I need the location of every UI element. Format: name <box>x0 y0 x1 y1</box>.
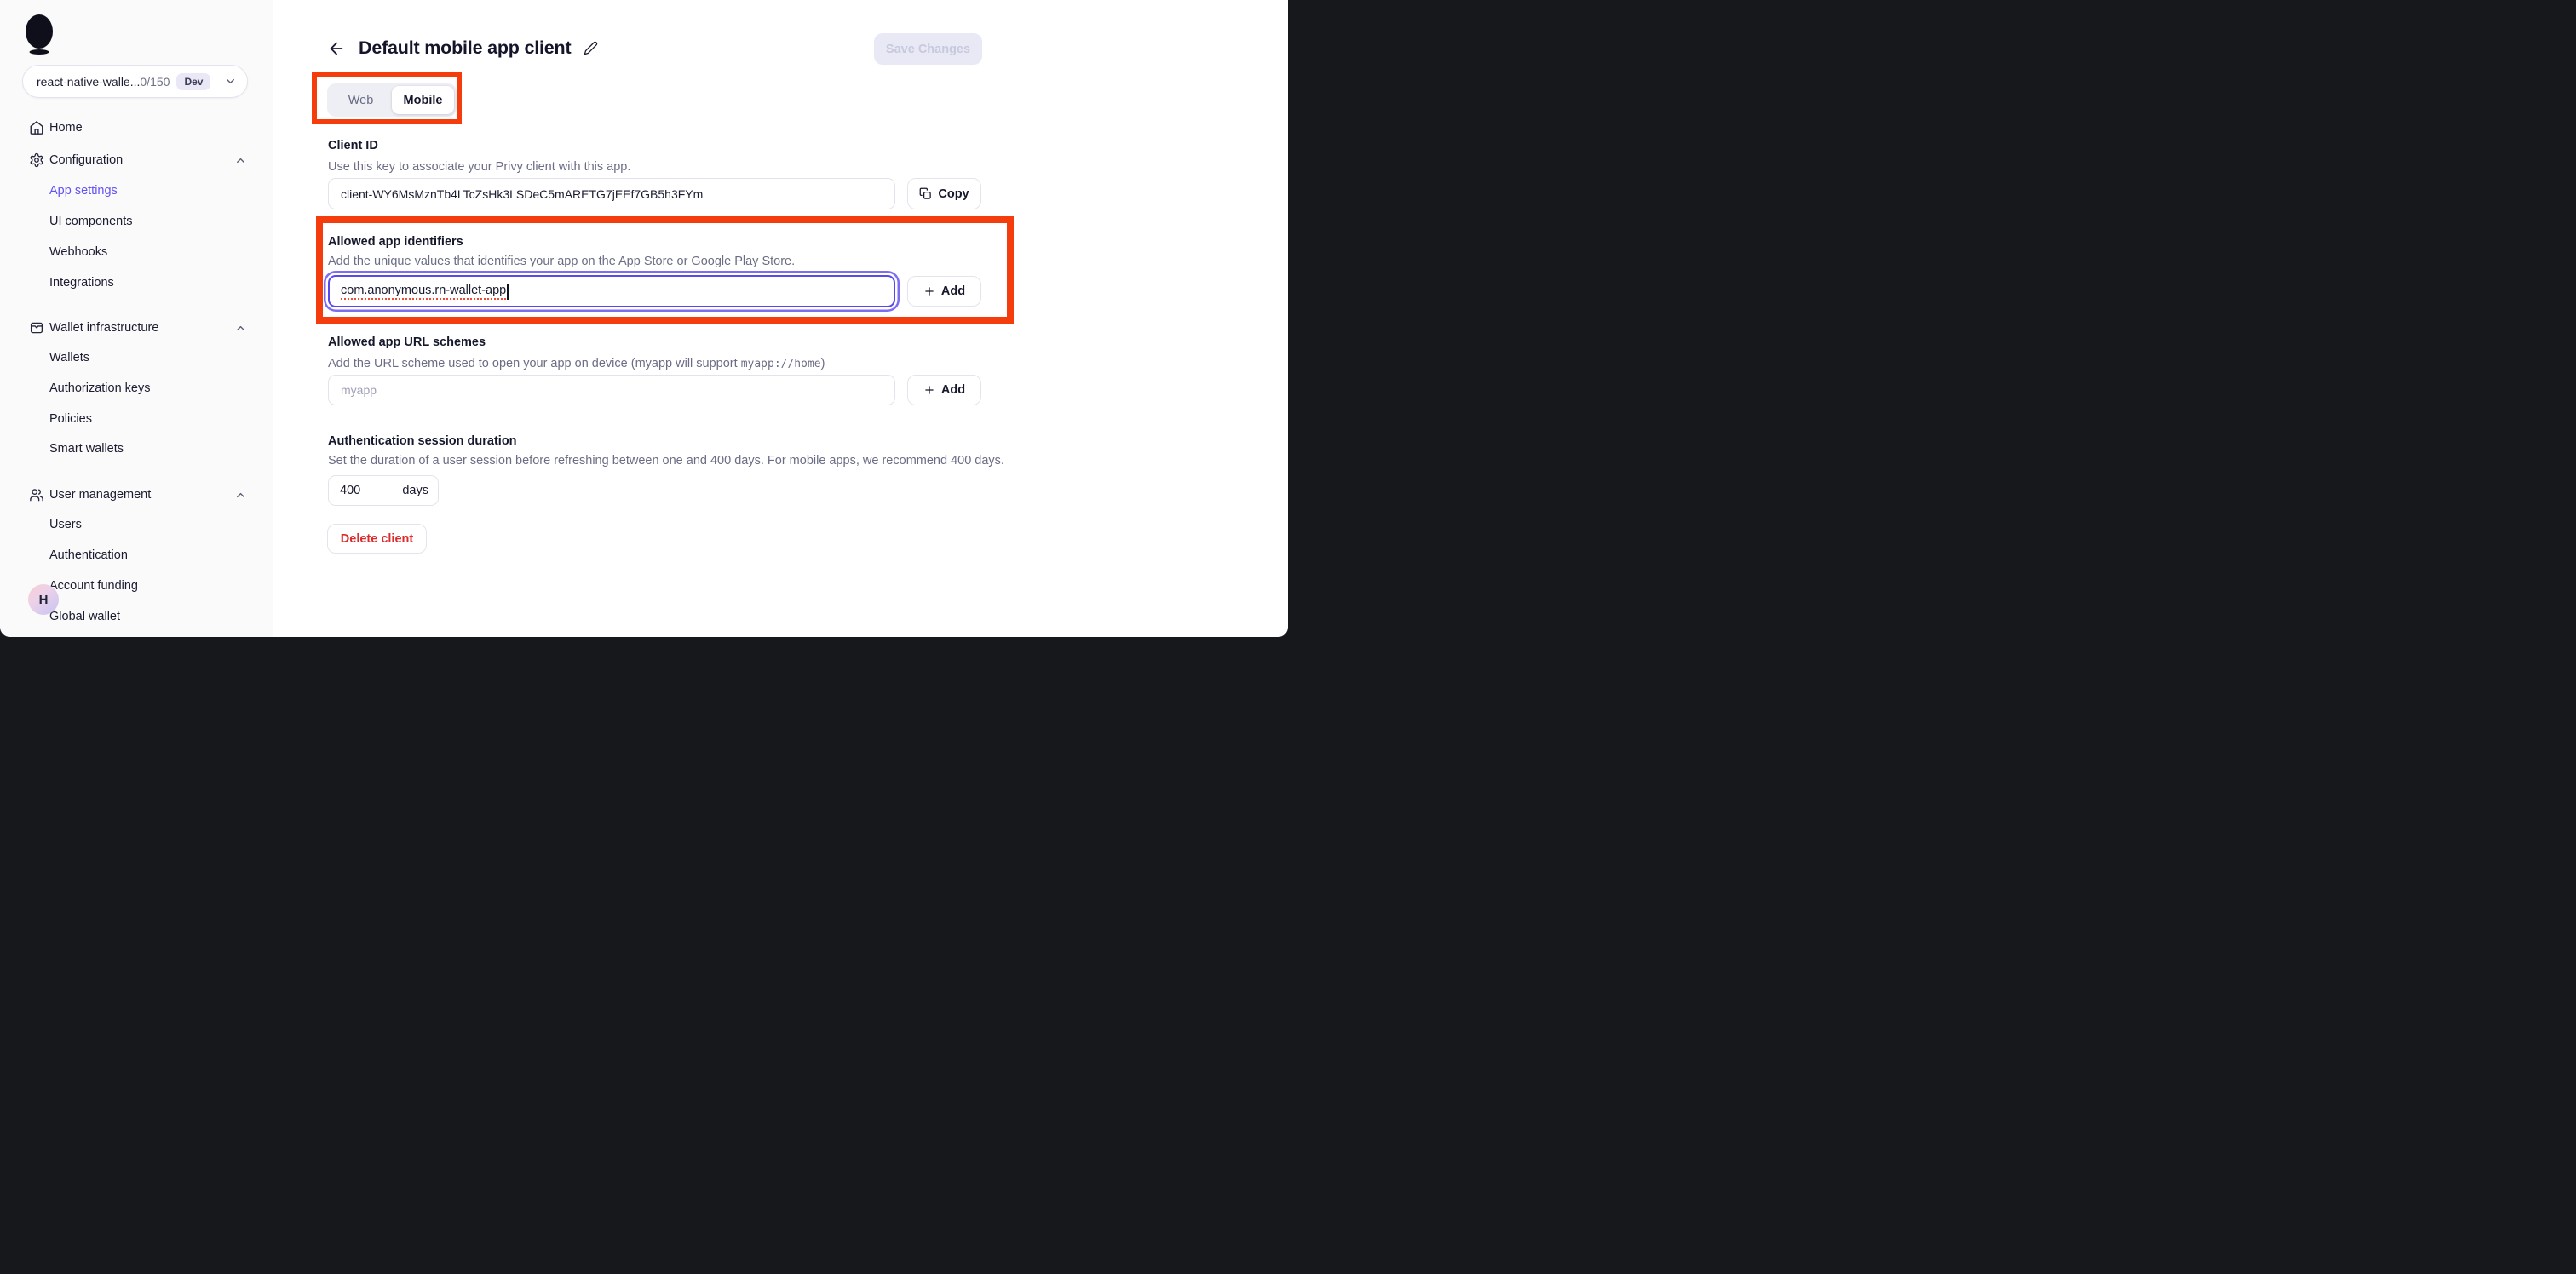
platform-toggle: Web Mobile <box>327 83 457 117</box>
sidebar-item-label: Authorization keys <box>49 382 150 395</box>
sidebar-item-label: Configuration <box>49 153 123 167</box>
app-selector[interactable]: react-native-walle... 0/150 Dev <box>22 65 248 98</box>
privy-logo-icon <box>25 14 55 55</box>
sidebar-item-label: Home <box>49 121 83 135</box>
sidebar: react-native-walle... 0/150 Dev Home Con… <box>0 0 273 637</box>
url-schemes-label: Allowed app URL schemes <box>328 336 486 349</box>
sidebar-item-policies[interactable]: Policies <box>0 406 273 432</box>
save-changes-button[interactable]: Save Changes <box>874 33 982 65</box>
add-button-label: Add <box>941 383 965 397</box>
app-identifier-input[interactable]: com.anonymous.rn-wallet-app <box>328 275 895 307</box>
add-url-scheme-button[interactable]: Add <box>907 375 981 405</box>
privy-dashboard-window: react-native-walle... 0/150 Dev Home Con… <box>0 0 1288 637</box>
sidebar-item-label: Webhooks <box>49 245 107 259</box>
sidebar-item-label: UI components <box>49 215 133 228</box>
annotation-box-app-identifiers <box>316 216 1014 324</box>
client-id-label: Client ID <box>328 139 378 152</box>
sidebar-item-smart-wallets[interactable]: Smart wallets <box>0 436 273 462</box>
chevron-up-icon[interactable] <box>234 489 247 502</box>
app-usage-count: 0/150 <box>140 75 170 89</box>
copy-button[interactable]: Copy <box>907 178 981 209</box>
delete-client-button[interactable]: Delete client <box>327 524 427 554</box>
sidebar-item-integrations[interactable]: Integrations <box>0 270 273 296</box>
tab-mobile[interactable]: Mobile <box>392 86 454 114</box>
sidebar-item-wallets[interactable]: Wallets <box>0 345 273 370</box>
back-arrow-icon[interactable] <box>327 39 346 58</box>
app-identifier-value: com.anonymous.rn-wallet-app <box>341 284 506 300</box>
sidebar-item-home[interactable]: Home <box>0 115 273 141</box>
sidebar-item-label: Wallet infrastructure <box>49 321 158 335</box>
sidebar-item-label: Users <box>49 518 82 531</box>
session-duration-label: Authentication session duration <box>328 434 517 448</box>
sidebar-item-label: Global wallet <box>49 610 120 623</box>
chevron-down-icon <box>224 75 237 88</box>
sidebar-item-user-management[interactable]: User management <box>0 482 273 508</box>
sidebar-item-users[interactable]: Users <box>0 512 273 537</box>
user-avatar[interactable]: H <box>28 584 59 615</box>
copy-icon <box>919 187 932 200</box>
sidebar-item-label: User management <box>49 488 151 502</box>
url-scheme-code: myapp://home <box>741 358 821 370</box>
sidebar-item-label: Account funding <box>49 579 138 593</box>
url-scheme-input[interactable] <box>328 375 895 405</box>
app-identifiers-description: Add the unique values that identifies yo… <box>328 255 795 268</box>
sidebar-item-webhooks[interactable]: Webhooks <box>0 239 273 265</box>
sidebar-item-configuration[interactable]: Configuration <box>0 147 273 173</box>
env-badge: Dev <box>176 73 210 90</box>
app-selector-name: react-native-walle... <box>37 75 140 89</box>
session-duration-input[interactable]: 400 days <box>328 475 439 506</box>
sidebar-item-label: App settings <box>49 184 118 198</box>
page-title: Default mobile app client <box>359 37 571 59</box>
copy-button-label: Copy <box>938 187 969 201</box>
users-icon <box>29 487 44 502</box>
sidebar-item-authentication[interactable]: Authentication <box>0 542 273 568</box>
text-cursor <box>507 284 509 300</box>
sidebar-item-wallet-infrastructure[interactable]: Wallet infrastructure <box>0 315 273 341</box>
home-icon <box>29 120 44 135</box>
chevron-up-icon[interactable] <box>234 322 247 335</box>
sidebar-item-ui-components[interactable]: UI components <box>0 209 273 234</box>
add-identifier-button[interactable]: Add <box>907 276 981 307</box>
sidebar-item-label: Authentication <box>49 548 128 562</box>
plus-icon <box>923 384 935 396</box>
session-duration-description: Set the duration of a user session befor… <box>328 454 1004 468</box>
tab-web[interactable]: Web <box>330 86 392 114</box>
sidebar-item-label: Wallets <box>49 351 89 364</box>
client-id-input[interactable] <box>328 178 895 209</box>
session-duration-unit: days <box>402 484 428 497</box>
wallet-icon <box>29 320 44 336</box>
plus-icon <box>923 285 935 297</box>
edit-pencil-icon[interactable] <box>584 41 598 55</box>
sidebar-item-app-settings[interactable]: App settings <box>0 178 273 204</box>
url-schemes-description: Add the URL scheme used to open your app… <box>328 357 825 370</box>
session-duration-value: 400 <box>340 484 360 497</box>
sidebar-item-label: Policies <box>49 412 92 426</box>
sidebar-item-label: Integrations <box>49 276 114 290</box>
sidebar-item-authorization-keys[interactable]: Authorization keys <box>0 376 273 401</box>
app-identifiers-label: Allowed app identifiers <box>328 235 463 249</box>
main-content: Default mobile app client Save Changes W… <box>273 0 1288 637</box>
sidebar-item-label: Smart wallets <box>49 442 124 456</box>
client-id-description: Use this key to associate your Privy cli… <box>328 160 630 174</box>
chevron-up-icon[interactable] <box>234 154 247 167</box>
page-header: Default mobile app client <box>327 37 598 59</box>
gear-icon <box>29 152 44 168</box>
avatar-initial: H <box>39 593 49 607</box>
add-button-label: Add <box>941 284 965 298</box>
